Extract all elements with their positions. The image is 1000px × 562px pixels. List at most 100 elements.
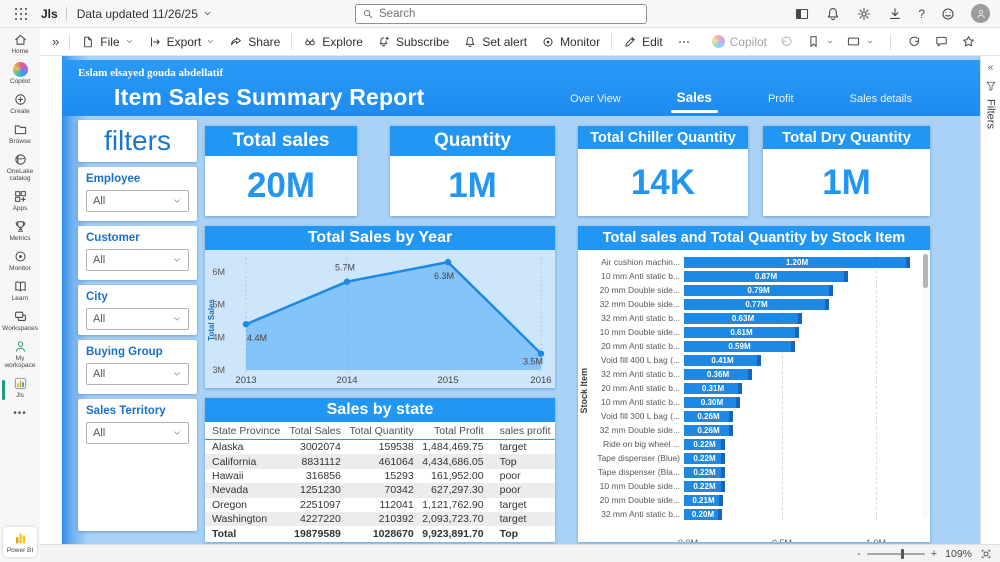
download-icon[interactable] bbox=[887, 6, 903, 22]
tab-over-view[interactable]: Over View bbox=[570, 93, 621, 113]
column-header-state-province[interactable]: State Province bbox=[205, 422, 285, 440]
sidebar-item-apps[interactable]: Apps bbox=[0, 185, 40, 215]
waffle-menu-icon[interactable] bbox=[0, 6, 41, 22]
kpi-card-quantity[interactable]: Quantity 1M bbox=[390, 126, 555, 216]
sidebar-item-workspaces[interactable]: Workspaces bbox=[0, 305, 40, 335]
sidebar-item-home[interactable]: Home bbox=[0, 28, 40, 58]
scrollbar-thumb[interactable] bbox=[923, 254, 928, 288]
toolbar-button-set-alert[interactable]: Set alert bbox=[456, 30, 534, 54]
toolbar-button-file[interactable]: File bbox=[74, 30, 140, 54]
bar-void-fill-400-l-bag[interactable]: 0.41M bbox=[684, 354, 761, 366]
help-icon[interactable]: ? bbox=[918, 7, 925, 21]
chevron-down-icon[interactable] bbox=[866, 38, 874, 46]
slicer-dropdown-buying-group[interactable]: All bbox=[86, 363, 189, 385]
slicer-dropdown-employee[interactable]: All bbox=[86, 190, 189, 212]
slicer-dropdown-city[interactable]: All bbox=[86, 308, 189, 330]
bar-10-mm-double-side[interactable]: 0.61M bbox=[684, 326, 799, 338]
bar-20-mm-anti-static-b[interactable]: 0.31M bbox=[684, 382, 742, 394]
sidebar-item-copilot[interactable]: Copilot bbox=[0, 58, 40, 88]
table-row[interactable]: California 8831112 461064 4,434,686.05 Top bbox=[205, 454, 555, 469]
bar-20-mm-double-side[interactable]: 0.21M bbox=[684, 494, 723, 506]
tab-sales-details[interactable]: Sales details bbox=[850, 93, 912, 113]
line-chart[interactable]: 3M 4M 5M 6M 4.4M 5.7M 6.3M 3.5M 2013 2014 2015 2016… bbox=[205, 250, 555, 388]
toolbar-button-share[interactable]: Share bbox=[222, 30, 287, 54]
column-header-total-quantity[interactable]: Total Quantity bbox=[344, 422, 418, 440]
search-input[interactable] bbox=[379, 8, 640, 20]
notifications-icon[interactable] bbox=[825, 6, 841, 22]
toolbar-button-edit[interactable]: Edit bbox=[616, 30, 670, 54]
sidebar-item-create[interactable]: Create bbox=[0, 88, 40, 118]
tab-profit[interactable]: Profit bbox=[768, 93, 794, 113]
bar-32-mm-anti-static-b[interactable]: 0.20M bbox=[684, 508, 722, 520]
fit-to-page-icon[interactable] bbox=[980, 548, 992, 560]
bar-20-mm-anti-static-b[interactable]: 0.59M bbox=[684, 340, 795, 352]
zoom-slider-thumb[interactable] bbox=[900, 548, 904, 559]
data-point[interactable] bbox=[444, 258, 452, 266]
sidebar-item-my-workspace[interactable]: My workspace bbox=[0, 335, 40, 372]
bookmark-icon[interactable] bbox=[806, 34, 821, 49]
sidebar-item-onelake-catalog[interactable]: OneLake catalog bbox=[0, 148, 40, 185]
sidebar-more-button[interactable]: ••• bbox=[0, 402, 40, 422]
data-updated-dropdown[interactable]: Data updated 11/26/25 bbox=[77, 7, 213, 21]
kpi-card-total-sales[interactable]: Total sales 20M bbox=[205, 126, 357, 216]
bar-tape-dispenser-blue[interactable]: 0.22M bbox=[684, 452, 725, 464]
zoom-slider[interactable] bbox=[866, 548, 925, 559]
filters-pane-label[interactable]: Filters bbox=[985, 99, 997, 129]
copilot-button[interactable]: Copilot bbox=[711, 35, 767, 49]
table-row[interactable]: Washington 4227220 210392 2,093,723.70 targe… bbox=[205, 511, 555, 527]
table-row[interactable]: Alaska 3002074 159538 1,484,469.75 target bbox=[205, 440, 555, 455]
toolbar-button-subscribe[interactable]: Subscribe bbox=[370, 30, 456, 54]
bar-32-mm-double-side[interactable]: 0.26M bbox=[684, 424, 733, 436]
search-box[interactable] bbox=[355, 4, 647, 24]
data-point[interactable] bbox=[343, 278, 351, 285]
account-avatar[interactable] bbox=[971, 4, 990, 23]
toolbar-button-monitor[interactable]: Monitor bbox=[534, 30, 607, 54]
kpi-card-total-dry-quantity[interactable]: Total Dry Quantity 1M bbox=[763, 126, 930, 216]
slicer-dropdown-sales-territory[interactable]: All bbox=[86, 422, 189, 444]
sidebar-item-learn[interactable]: Learn bbox=[0, 275, 40, 305]
column-header-sales-profit[interactable]: sales profit bbox=[487, 422, 555, 440]
chevron-down-icon[interactable] bbox=[826, 38, 834, 46]
feedback-icon[interactable] bbox=[940, 6, 956, 22]
favorite-star-icon[interactable] bbox=[961, 34, 976, 49]
view-icon[interactable] bbox=[846, 34, 861, 49]
table-row[interactable]: Hawaii 316856 15293 161,952.00 poor bbox=[205, 469, 555, 483]
refresh-icon[interactable] bbox=[907, 34, 922, 49]
sidebar-item-metrics[interactable]: Metrics bbox=[0, 215, 40, 245]
zoom-in-button[interactable]: + bbox=[931, 548, 937, 560]
bar-chart-scrollbar[interactable] bbox=[922, 252, 929, 518]
zoom-out-button[interactable]: - bbox=[857, 548, 861, 560]
app-name[interactable]: Jls bbox=[41, 7, 58, 21]
kpi-card-total-chiller-quantity[interactable]: Total Chiller Quantity 14K bbox=[578, 126, 748, 216]
expand-filters-icon[interactable]: « bbox=[988, 62, 994, 73]
slicer-dropdown-customer[interactable]: All bbox=[86, 249, 189, 271]
side-panel-icon[interactable] bbox=[794, 6, 810, 22]
toolbar-more-button[interactable] bbox=[670, 30, 698, 54]
bar-32-mm-double-side[interactable]: 0.77M bbox=[684, 298, 829, 310]
comment-icon[interactable] bbox=[934, 34, 949, 49]
sidebar-item-monitor[interactable]: Monitor bbox=[0, 245, 40, 275]
collapse-toolbar-button[interactable]: » bbox=[46, 34, 65, 49]
bar-ride-on-big-wheel[interactable]: 0.22M bbox=[684, 438, 725, 450]
power-bi-switcher[interactable]: Power BI bbox=[3, 527, 37, 557]
sidebar-item-browse[interactable]: Browse bbox=[0, 118, 40, 148]
table-row[interactable]: Oregon 2251097 112041 1,121,762.90 target bbox=[205, 498, 555, 512]
column-header-total-profit[interactable]: Total Profit bbox=[417, 422, 488, 440]
bar-32-mm-anti-static-b[interactable]: 0.63M bbox=[684, 312, 802, 324]
filter-funnel-icon[interactable] bbox=[985, 80, 997, 92]
toolbar-button-export[interactable]: Export bbox=[141, 30, 223, 54]
column-header-total-sales[interactable]: Total Sales bbox=[284, 422, 345, 440]
tab-sales[interactable]: Sales bbox=[670, 90, 719, 113]
sidebar-item-jls[interactable]: Jls bbox=[0, 372, 40, 402]
bar-10-mm-anti-static-b[interactable]: 0.30M bbox=[684, 396, 740, 408]
bar-tape-dispenser-bla[interactable]: 0.22M bbox=[684, 466, 725, 478]
bar-10-mm-anti-static-b[interactable]: 0.87M bbox=[684, 270, 848, 282]
bar-32-mm-anti-static-b[interactable]: 0.36M bbox=[684, 368, 752, 380]
bar-10-mm-double-side[interactable]: 0.22M bbox=[684, 480, 725, 492]
bar-20-mm-double-side[interactable]: 0.79M bbox=[684, 284, 833, 296]
bar-void-fill-300-l-bag[interactable]: 0.26M bbox=[684, 410, 733, 422]
table-row[interactable]: Nevada 1251230 70342 627,297.30 poor bbox=[205, 483, 555, 498]
undo-icon[interactable] bbox=[779, 34, 794, 49]
bar-air-cushion-machin[interactable]: 1.20M bbox=[684, 256, 910, 268]
data-point[interactable] bbox=[242, 321, 250, 328]
